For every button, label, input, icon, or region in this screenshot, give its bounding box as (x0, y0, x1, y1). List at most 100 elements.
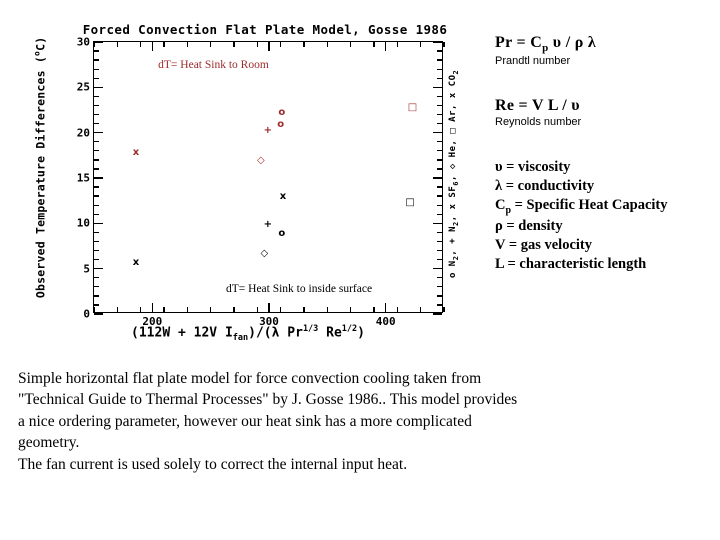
paragraph-line-5: The fan current is used solely to correc… (18, 455, 408, 473)
x-axis-tick (384, 303, 387, 312)
y-axis-tick (94, 86, 103, 89)
x-axis-minor-tick (419, 42, 422, 47)
y-axis-tick (433, 131, 442, 134)
x-axis-minor-tick (93, 307, 95, 312)
y-axis-minor-tick (94, 277, 99, 279)
y-axis-minor-tick (94, 213, 99, 215)
x-axis-minor-tick (116, 42, 119, 47)
x-axis-tick-label: 300 (259, 315, 279, 328)
description-paragraph: Simple horizontal flat plate model for f… (18, 368, 702, 475)
prandtl-equation: Pr = Cp υ / ρ λ (495, 34, 715, 54)
y-axis-tick-label: 10 (76, 216, 90, 230)
y-axis-minor-tick (94, 113, 99, 116)
y-axis-tick-label: 5 (83, 262, 90, 276)
definition-item: Cp = Specific Heat Capacity (495, 196, 715, 218)
x-axis-sub-fan: fan (232, 332, 249, 343)
prandtl-eq-part-a: Pr = C (495, 34, 543, 51)
y-axis-minor-tick (437, 295, 442, 297)
x-axis-minor-tick (163, 307, 165, 312)
x-axis-minor-tick (233, 42, 235, 47)
x-axis-minor-tick (209, 307, 212, 312)
y-axis-minor-tick (94, 240, 99, 243)
data-point-: □ (407, 102, 418, 114)
y-axis-tick-label: 0 (83, 307, 90, 321)
x-axis-minor-tick (303, 307, 305, 312)
definition-item: υ = viscosity (495, 158, 715, 177)
x-axis-minor-tick (93, 42, 95, 47)
x-axis-minor-tick (373, 307, 375, 312)
y-axis-tick (433, 267, 442, 270)
x-axis-minor-tick (256, 42, 259, 47)
y-axis-minor-tick (437, 213, 442, 215)
x-axis-minor-tick (443, 42, 445, 47)
y-axis-minor-tick (437, 304, 442, 306)
y-axis-minor-tick (94, 77, 99, 79)
y-axis-minor-tick (437, 286, 442, 288)
scatter-plot-figure: Forced Convection Flat Plate Model, Goss… (8, 8, 470, 356)
y-axis-minor-tick (437, 277, 442, 279)
legend-sub-3: 6 (451, 181, 460, 186)
y-axis-tick (433, 41, 442, 43)
chart-title: Forced Convection Flat Plate Model, Goss… (82, 22, 448, 37)
y-axis-minor-tick (94, 150, 99, 152)
x-axis-exponent-one-half: 1/2 (341, 324, 358, 334)
data-point-o: o (278, 106, 286, 118)
plot-area: dT= Heat Sink to Room dT= Heat Sink to i… (77, 36, 445, 328)
y-axis-minor-tick (94, 204, 99, 206)
y-axis-minor-tick (94, 104, 99, 107)
x-axis-tick-label: 200 (142, 315, 163, 328)
y-axis-tick (94, 131, 103, 134)
x-axis-minor-tick (139, 42, 142, 47)
y-axis-minor-tick (437, 50, 442, 52)
legend-part-c: , x SF (448, 185, 459, 222)
prandtl-eq-part-b: υ / ρ λ (548, 34, 597, 51)
definition-symbol: V = gas velocity (495, 237, 592, 254)
y-axis-minor-tick (437, 104, 442, 107)
y-axis-minor-tick (437, 122, 442, 125)
annotation-heat-sink-to-inside: dT= Heat Sink to inside surface (226, 283, 373, 296)
legend-part-a: o N (448, 260, 459, 279)
y-axis-minor-tick (94, 95, 99, 98)
definition-symbol: ρ = density (495, 218, 563, 235)
paragraph-line-2: "Technical Guide to Thermal Processes" b… (18, 391, 518, 409)
x-axis-tick (268, 42, 270, 51)
y-axis-minor-tick (437, 204, 442, 206)
right-axis-legend: o N2, + N2, x SF6, ◇ He, □ Ar, x CO2 (448, 59, 460, 289)
data-point-: + (263, 124, 273, 136)
y-axis-tick-label: 15 (76, 171, 90, 185)
equation-spacer (495, 67, 715, 97)
y-axis-minor-tick (94, 122, 99, 125)
y-axis-minor-tick (437, 95, 442, 98)
y-axis-minor-tick (437, 77, 442, 79)
y-axis-minor-tick (94, 195, 99, 197)
y-axis-minor-tick (94, 68, 99, 70)
y-axis-minor-tick (437, 240, 442, 243)
y-axis-label-unit: C) (33, 36, 48, 51)
y-axis-minor-tick (437, 141, 442, 143)
y-axis-label: Observed Temperature Differences (oC) (33, 24, 48, 310)
data-point-x: x (132, 257, 140, 269)
data-point-: □ (405, 197, 415, 209)
y-axis-tick-label: 20 (76, 126, 90, 140)
y-axis-minor-tick (94, 50, 99, 52)
data-point-: ◇ (256, 154, 265, 166)
equations-panel: Pr = Cp υ / ρ λ Prandtl number Re = V L … (495, 34, 715, 273)
legend-part-d: , ◇ He, □ Ar, x CO (448, 74, 459, 182)
definition-symbol: υ = viscosity (495, 159, 571, 176)
paragraph-line-1: Simple horizontal flat plate model for f… (18, 370, 482, 387)
y-axis-minor-tick (437, 231, 442, 234)
definition-item: V = gas velocity (495, 236, 715, 255)
reynolds-equation: Re = V L / υ (495, 97, 580, 115)
data-point-x: x (279, 191, 287, 203)
legend-sub-2: 2 (451, 221, 460, 226)
y-axis-minor-tick (94, 186, 99, 188)
y-axis-minor-tick (437, 186, 442, 188)
y-axis-minor-tick (437, 249, 442, 252)
x-axis-tick-label: 400 (375, 315, 396, 328)
x-axis-minor-tick (443, 307, 445, 312)
y-axis-minor-tick (94, 59, 99, 61)
x-axis-tick (384, 42, 387, 51)
x-axis-minor-tick (326, 42, 329, 47)
x-axis-minor-tick (186, 42, 189, 47)
x-axis-minor-tick (209, 42, 212, 47)
